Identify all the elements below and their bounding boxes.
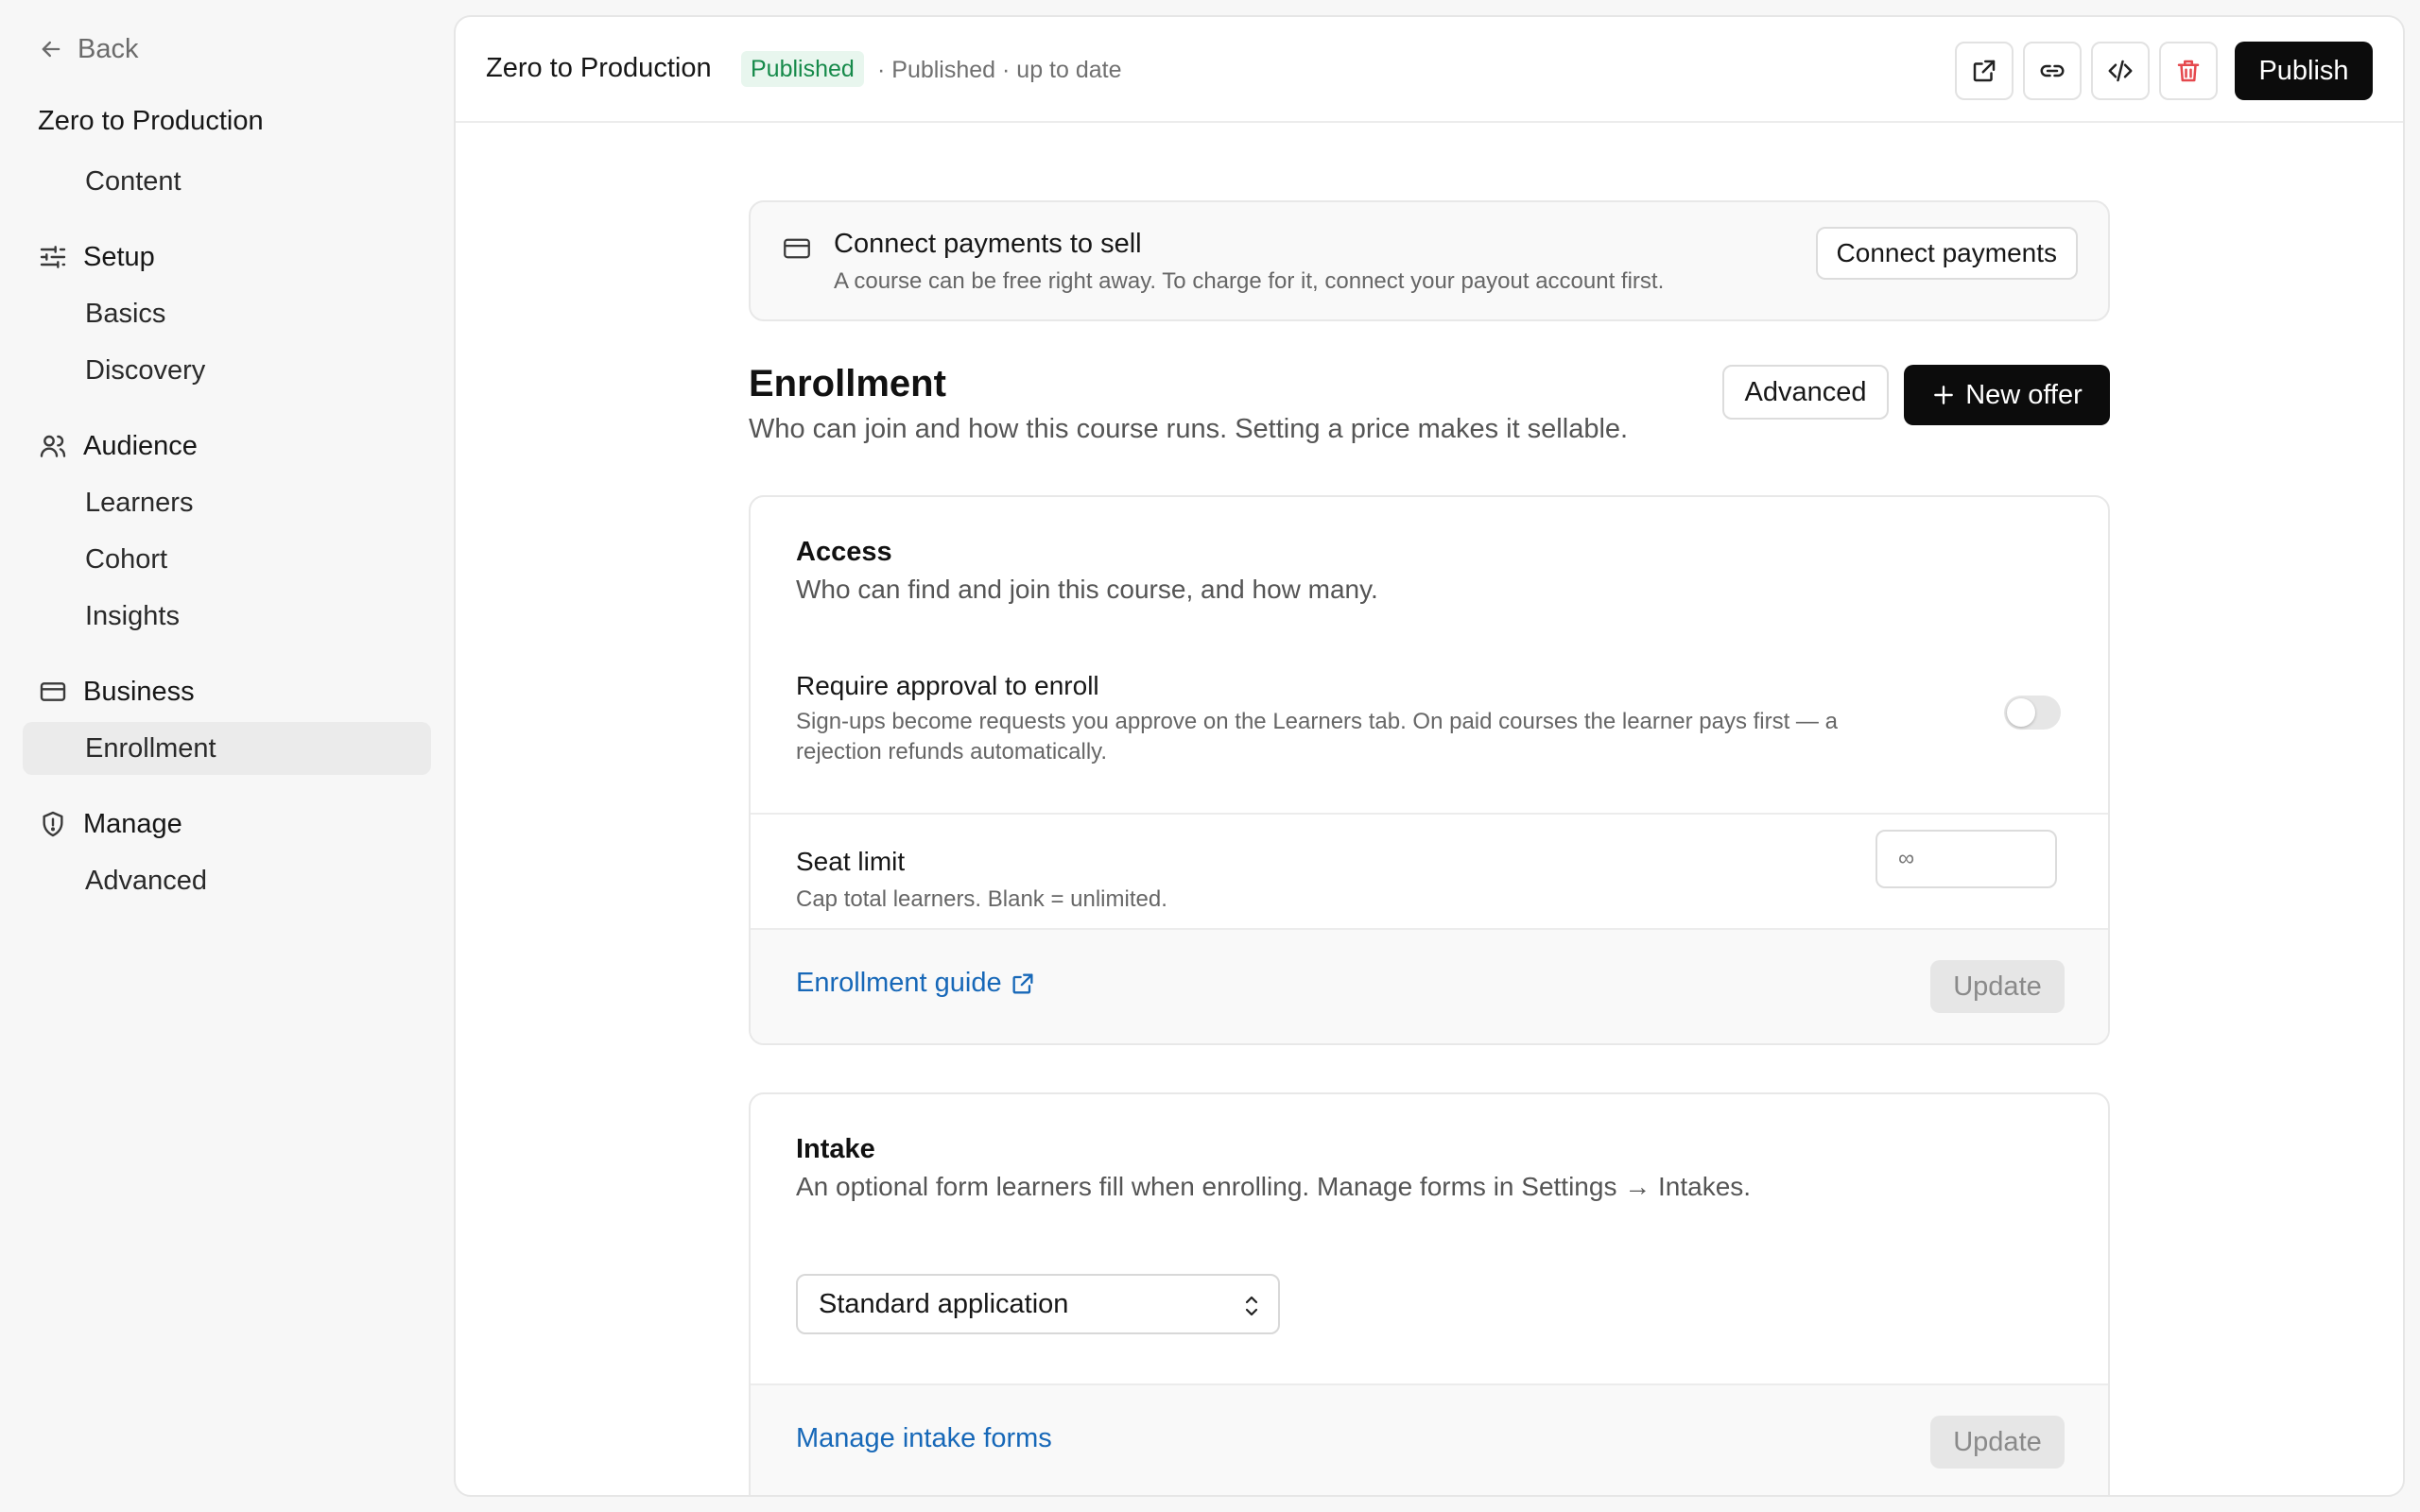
seat-limit-description: Cap total learners. Blank = unlimited. <box>796 886 1167 912</box>
status-badge: Published <box>741 51 864 87</box>
copy-link-button[interactable] <box>2023 42 2082 100</box>
enrollment-guide-label: Enrollment guide <box>796 968 1002 998</box>
sidebar-item-insights[interactable]: Insights <box>23 590 431 643</box>
access-description: Who can find and join this course, and h… <box>796 575 1378 604</box>
users-icon <box>40 435 66 457</box>
arrow-left-icon <box>42 41 60 58</box>
new-offer-button[interactable]: New offer <box>1904 365 2110 425</box>
enrollment-heading: Enrollment <box>749 363 946 404</box>
enrollment-description: Who can join and how this course runs. S… <box>749 414 1629 444</box>
shield-icon <box>43 811 63 837</box>
intake-update-button[interactable]: Update <box>1930 1416 2065 1469</box>
approval-description: Sign-ups become requests you approve on … <box>796 707 1838 767</box>
topbar: Zero to Production Published · Published… <box>456 17 2403 123</box>
access-card-footer: Enrollment guide Update <box>751 928 2108 1043</box>
delete-button[interactable] <box>2159 42 2218 100</box>
divider <box>751 928 2108 930</box>
divider <box>751 813 2108 815</box>
sidebar-group-audience: Audience <box>38 423 198 469</box>
back-label: Back <box>78 33 139 64</box>
sidebar-item-basics[interactable]: Basics <box>23 287 431 340</box>
embed-code-button[interactable] <box>2091 42 2150 100</box>
code-icon <box>2108 60 2133 82</box>
intake-form-select[interactable]: Standard application <box>796 1274 1280 1334</box>
trash-icon <box>2177 60 2200 82</box>
credit-card-icon <box>40 682 66 701</box>
sidebar-group-label: Audience <box>83 430 198 461</box>
toggle-knob <box>2007 698 2035 727</box>
sidebar-item-enrollment[interactable]: Enrollment <box>23 722 431 775</box>
sidebar-group-label: Business <box>83 676 195 707</box>
enrollment-guide-link[interactable]: Enrollment guide <box>796 968 1036 999</box>
access-update-button[interactable]: Update <box>1930 960 2065 1013</box>
approval-description-line: rejection refunds automatically. <box>796 739 1108 765</box>
sidebar-item-learners[interactable]: Learners <box>23 476 431 529</box>
payments-title: Connect payments to sell <box>834 229 1142 259</box>
plus-icon <box>1934 386 1954 404</box>
sidebar-group-setup: Setup <box>38 234 155 280</box>
intake-selected-value: Standard application <box>819 1288 1069 1319</box>
connect-payments-button[interactable]: Connect payments <box>1815 227 2078 280</box>
credit-card-icon <box>784 238 810 259</box>
intake-card: Intake An optional form learners fill wh… <box>749 1092 2110 1495</box>
require-approval-toggle[interactable] <box>2004 696 2061 730</box>
sidebar-group-label: Manage <box>83 808 182 839</box>
sidebar-group-manage: Manage <box>38 801 182 847</box>
approval-title: Require approval to enroll <box>796 671 1099 700</box>
new-offer-label: New offer <box>1965 379 2083 410</box>
open-preview-button[interactable] <box>1955 42 2014 100</box>
seat-limit-input[interactable] <box>1876 830 2057 888</box>
intake-card-footer: Manage intake forms Update <box>751 1383 2108 1495</box>
status-text: · Published · up to date <box>877 57 1122 83</box>
chevron-up-down-icon <box>1245 1296 1258 1316</box>
manage-intake-forms-link[interactable]: Manage intake forms <box>796 1423 1052 1454</box>
sidebar-course-title: Zero to Production <box>38 106 264 136</box>
access-card: Access Who can find and join this course… <box>749 495 2110 1045</box>
intake-description: An optional form learners fill when enro… <box>796 1172 1752 1201</box>
publish-button[interactable]: Publish <box>2235 42 2373 100</box>
sidebar-group-business: Business <box>38 669 195 714</box>
sidebar-item-content[interactable]: Content <box>23 155 431 208</box>
seat-limit-title: Seat limit <box>796 847 906 876</box>
access-title: Access <box>796 537 892 567</box>
page-title: Zero to Production <box>486 53 712 83</box>
divider <box>751 1383 2108 1385</box>
sidebar-group-label: Setup <box>83 241 155 272</box>
link-icon <box>2040 64 2065 77</box>
sliders-icon <box>40 246 66 268</box>
payments-description: A course can be free right away. To char… <box>834 268 1665 294</box>
main-panel: Zero to Production Published · Published… <box>454 15 2405 1497</box>
sidebar-item-cohort[interactable]: Cohort <box>23 533 431 586</box>
external-link-icon <box>1973 60 1996 82</box>
advanced-button[interactable]: Advanced <box>1722 365 1889 420</box>
external-link-icon <box>1012 973 1033 993</box>
back-button[interactable]: Back <box>38 30 138 68</box>
connect-payments-banner: Connect payments to sell A course can be… <box>749 200 2110 321</box>
intake-title: Intake <box>796 1134 875 1164</box>
sidebar-item-discovery[interactable]: Discovery <box>23 344 431 397</box>
approval-description-line: Sign-ups become requests you approve on … <box>796 709 1838 734</box>
sidebar-item-advanced[interactable]: Advanced <box>23 854 431 907</box>
sidebar: Back Zero to Production Content Setup Ba… <box>0 0 454 1512</box>
